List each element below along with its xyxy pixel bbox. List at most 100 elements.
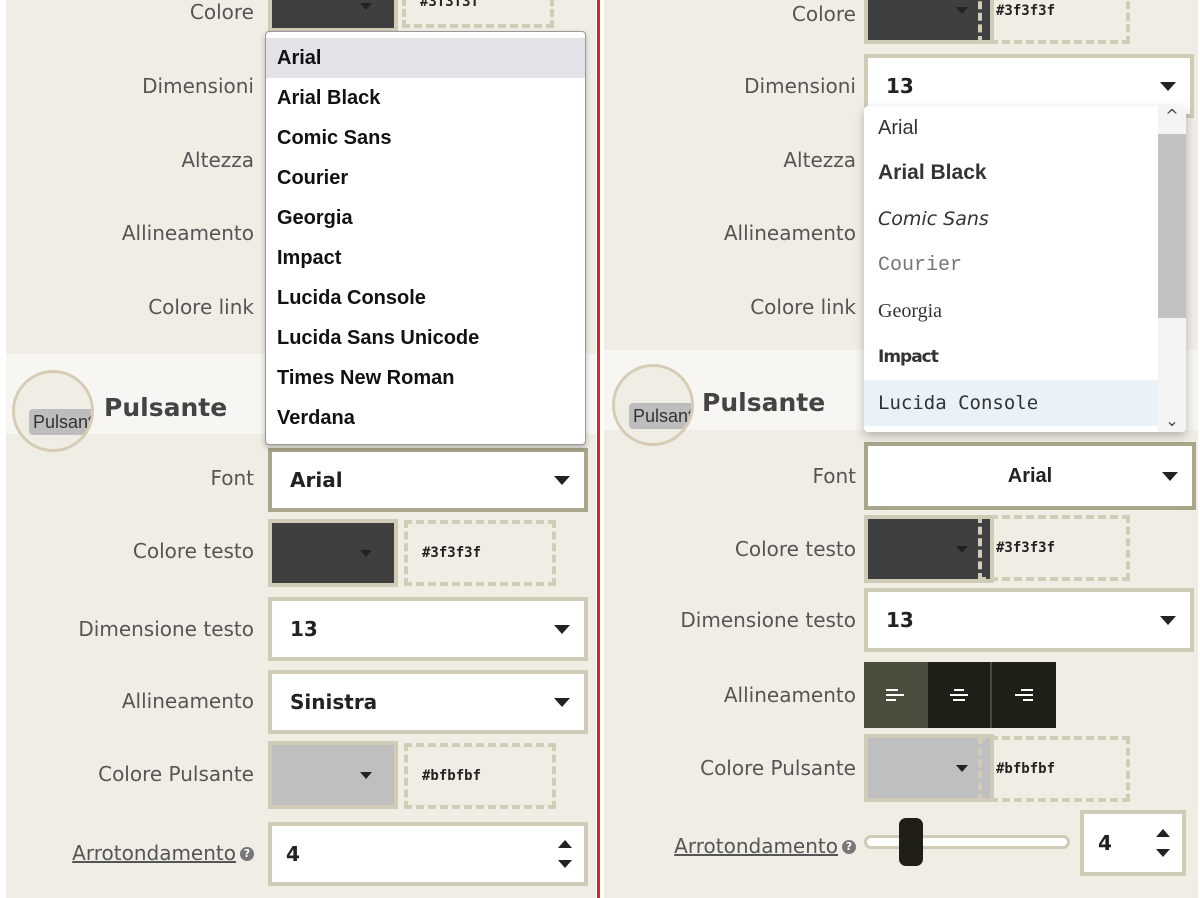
font-option[interactable]: Times New Roman xyxy=(266,358,585,398)
label-allineamento-pulsante: Allineamento xyxy=(121,689,254,713)
colore-pulsante-swatch[interactable] xyxy=(864,734,994,802)
dimensione-testo-value: 13 xyxy=(886,608,914,632)
colore-hex-input[interactable]: #3f3f3f xyxy=(978,0,1130,44)
font-option[interactable]: Lucida Console xyxy=(864,380,1158,426)
label-dimensione-testo: Dimensione testo xyxy=(78,617,254,641)
spinner-icon[interactable] xyxy=(1156,825,1170,861)
label-arrotondamento-text: Arrotondamento xyxy=(674,834,838,858)
caret-down-icon xyxy=(956,7,968,14)
font-option[interactable]: Georgia xyxy=(864,288,1158,334)
font-option[interactable]: Arial xyxy=(864,106,1158,150)
colore-swatch[interactable] xyxy=(268,0,398,32)
font-option[interactable]: Courier xyxy=(864,242,1158,288)
font-option[interactable]: Verdana xyxy=(266,398,585,438)
label-colore-link: Colore link xyxy=(148,295,254,319)
label-altezza: Altezza xyxy=(783,148,856,172)
caret-down-icon xyxy=(1160,616,1176,625)
help-icon[interactable]: ? xyxy=(240,847,254,861)
label-colore: Colore xyxy=(189,0,254,24)
help-icon[interactable]: ? xyxy=(842,840,856,854)
button-preview-avatar: Pulsante xyxy=(12,370,94,452)
spinner-icon[interactable] xyxy=(558,836,572,872)
font-option[interactable]: Arial xyxy=(266,38,585,78)
caret-down-icon xyxy=(1162,472,1178,481)
align-right-icon xyxy=(1015,688,1033,702)
label-colore-testo: Colore testo xyxy=(132,539,254,563)
button-preview-avatar: Pulsante xyxy=(612,364,694,446)
font-option[interactable]: Lucida Console xyxy=(266,278,585,318)
allineamento-select[interactable]: Sinistra xyxy=(268,670,588,734)
font-option[interactable]: Comic Sans xyxy=(266,118,585,158)
colore-swatch[interactable] xyxy=(864,0,994,44)
colore-testo-hex-input[interactable]: #3f3f3f xyxy=(978,515,1130,581)
align-right-button[interactable] xyxy=(992,662,1056,728)
label-allineamento: Allineamento xyxy=(121,221,254,245)
align-center-icon xyxy=(950,688,968,702)
font-option[interactable]: Impact xyxy=(266,238,585,278)
arrotondamento-value: 4 xyxy=(1098,831,1112,855)
font-option[interactable]: Arial Black xyxy=(864,150,1158,196)
dimensione-testo-value: 13 xyxy=(290,617,318,641)
label-arrotondamento[interactable]: Arrotondamento? xyxy=(674,834,856,858)
font-option[interactable]: Impact xyxy=(864,334,1158,380)
caret-down-icon xyxy=(956,765,968,772)
label-font: Font xyxy=(812,464,856,488)
button-preview-pill: Pulsante xyxy=(29,409,91,435)
allineamento-value: Sinistra xyxy=(290,690,378,714)
scroll-up-icon[interactable]: ^ xyxy=(1162,106,1182,125)
font-select[interactable]: Arial xyxy=(268,448,588,512)
caret-down-icon xyxy=(1160,82,1176,91)
align-left-button[interactable] xyxy=(864,662,928,728)
caret-down-icon xyxy=(956,546,968,553)
arrotondamento-slider-track[interactable] xyxy=(864,835,1070,849)
alignment-button-group xyxy=(864,662,1056,728)
caret-down-icon xyxy=(360,3,372,10)
font-dropdown-list[interactable]: Arial Arial Black Comic Sans Courier Geo… xyxy=(265,31,586,445)
font-select-value: Arial xyxy=(1007,464,1053,487)
section-title-pulsante: Pulsante xyxy=(702,388,826,417)
dropdown-scrollbar[interactable]: ^ ⌄ xyxy=(1158,106,1186,432)
caret-down-icon xyxy=(554,698,570,707)
arrotondamento-number-input[interactable]: 4 xyxy=(268,822,588,886)
colore-hex-input[interactable]: #3f3f3f xyxy=(402,0,554,28)
dimensioni-value: 13 xyxy=(886,74,914,98)
label-dimensioni: Dimensioni xyxy=(744,74,856,98)
label-colore-pulsante: Colore Pulsante xyxy=(700,756,856,780)
scroll-down-icon[interactable]: ⌄ xyxy=(1162,411,1182,430)
colore-testo-hex-input[interactable]: #3f3f3f xyxy=(404,520,556,586)
caret-down-icon xyxy=(360,550,372,557)
caret-down-icon xyxy=(554,476,570,485)
align-center-button[interactable] xyxy=(928,662,992,728)
font-option[interactable]: Arial Black xyxy=(266,78,585,118)
colore-pulsante-swatch[interactable] xyxy=(268,741,398,809)
label-colore-pulsante: Colore Pulsante xyxy=(98,762,254,786)
button-preview-pill: Pulsante xyxy=(629,403,691,429)
font-option[interactable]: Lucida Sans Unicode xyxy=(266,318,585,358)
arrotondamento-value: 4 xyxy=(286,842,300,866)
caret-down-icon xyxy=(360,772,372,779)
arrotondamento-slider-thumb[interactable] xyxy=(899,818,923,866)
label-allineamento: Allineamento xyxy=(723,221,856,245)
label-altezza: Altezza xyxy=(181,148,254,172)
colore-pulsante-hex-input[interactable]: #bfbfbf xyxy=(978,736,1130,802)
dimensione-testo-select[interactable]: 13 xyxy=(268,597,588,661)
label-arrotondamento[interactable]: Arrotondamento? xyxy=(72,841,254,865)
colore-testo-swatch[interactable] xyxy=(268,519,398,587)
font-select-value: Arial xyxy=(290,468,343,492)
label-colore-link: Colore link xyxy=(750,295,856,319)
font-select[interactable]: Arial xyxy=(864,442,1196,510)
label-arrotondamento-text: Arrotondamento xyxy=(72,841,236,865)
section-title-pulsante: Pulsante xyxy=(104,393,228,422)
scrollbar-thumb[interactable] xyxy=(1158,134,1186,318)
label-dimensioni: Dimensioni xyxy=(142,74,254,98)
font-dropdown-list-preview[interactable]: Arial Arial Black Comic Sans Courier Geo… xyxy=(864,106,1186,432)
font-option[interactable]: Comic Sans xyxy=(864,196,1158,242)
label-dimensione-testo: Dimensione testo xyxy=(680,608,856,632)
arrotondamento-number-input[interactable]: 4 xyxy=(1080,810,1186,876)
colore-testo-swatch[interactable] xyxy=(864,515,994,583)
colore-pulsante-hex-input[interactable]: #bfbfbf xyxy=(404,743,556,809)
font-option[interactable]: Georgia xyxy=(266,198,585,238)
label-font: Font xyxy=(210,466,254,490)
dimensione-testo-select[interactable]: 13 xyxy=(864,588,1194,652)
font-option[interactable]: Courier xyxy=(266,158,585,198)
